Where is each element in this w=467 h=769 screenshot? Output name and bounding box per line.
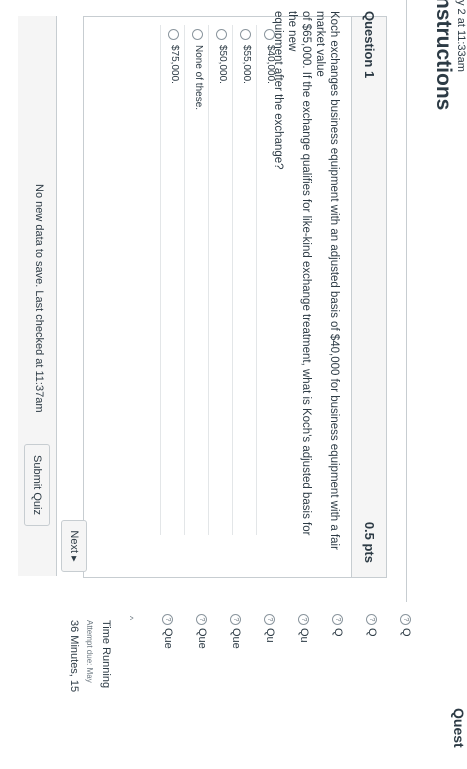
answer-label[interactable]: None of these. [193,45,204,110]
question-nav-item[interactable]: ?Q [398,614,412,637]
question-nav-item[interactable]: ? Que [194,614,208,649]
quiz-footer: No new data to save. Last checked at 11:… [18,16,57,576]
answer-divider [160,25,161,535]
radio-button[interactable] [168,29,179,40]
question-icon: ? [298,614,310,625]
question-text-line: of $65,000. If the exchange qualifies fo… [286,11,312,536]
question-nav-label: Q [332,628,344,637]
collapse-chevron-icon[interactable]: ^ [125,616,135,620]
next-button[interactable]: Next ▸ [61,520,87,572]
question-points: 0.5 pts [362,521,377,563]
question-nav-item[interactable]: ?Q [364,614,378,637]
question-nav-item[interactable]: ?Q [330,614,344,637]
timer-label: Time Running [100,620,112,689]
question-icon: ? [264,614,276,625]
question-nav-item[interactable]: ? Qu [262,614,276,643]
question-nav-label: Que [162,628,174,649]
question-nav-label: Qu [264,628,276,643]
answer-divider [256,25,257,535]
save-status: No new data to save. Last checked at 11:… [33,184,45,413]
answer-divider [208,25,209,535]
question-icon: ? [366,614,378,625]
radio-button[interactable] [240,29,251,40]
question-nav-item[interactable]: ? Que [228,614,242,649]
question-icon: ? [230,614,242,625]
question-icon: ? [196,614,208,625]
question-text-line: Koch exchanges business equipment with a… [314,11,340,550]
question-panel: Question 1 0.5 pts Koch exchanges busine… [83,11,387,578]
question-nav-item[interactable]: ? Que [160,614,174,649]
radio-button[interactable] [216,29,227,40]
answer-label[interactable]: $40,000. [265,45,276,84]
question-header: Question 1 0.5 pts [351,11,386,577]
radio-button[interactable] [192,29,203,40]
question-nav-label: Q [366,628,378,637]
title-divider [406,0,407,602]
question-title: Question 1 [362,11,377,79]
question-icon: ? [162,614,174,625]
quiz-page: y 2 at 11:33am nstructions Question 1 0.… [0,0,467,769]
answer-option[interactable]: $50,000. [208,25,232,544]
question-nav-item[interactable]: ? Qu [296,614,310,643]
answer-option[interactable]: $55,000. [232,25,256,544]
question-nav-label: Que [230,628,242,649]
attempt-due: Attempt due: May [85,620,94,683]
answer-label[interactable]: $50,000. [217,45,228,84]
radio-button[interactable] [264,29,275,40]
started-time: y 2 at 11:33am [455,0,467,72]
answer-option[interactable]: $75,000. [160,25,184,544]
question-icon: ? [400,614,412,625]
question-text: Koch exchanges business equipment with a… [271,11,341,551]
page-title: nstructions [432,0,455,111]
questions-heading: Quest [451,708,467,748]
next-button-label: Next [68,530,80,554]
answer-label[interactable]: $75,000. [169,45,180,84]
answer-divider [184,25,185,535]
question-icon: ? [332,614,344,625]
submit-quiz-button[interactable]: Submit Quiz [24,444,50,526]
answer-option[interactable]: None of these. [184,25,208,544]
question-nav-label: Q [400,628,412,637]
question-nav-label: Que [196,628,208,649]
answer-divider [232,25,233,535]
question-nav-label: Qu [298,628,310,643]
chevron-right-icon: ▸ [68,556,80,562]
time-remaining: 36 Minutes, 15 [68,620,80,693]
answer-option[interactable]: $40,000. [256,25,280,544]
answer-label[interactable]: $55,000. [241,45,252,84]
